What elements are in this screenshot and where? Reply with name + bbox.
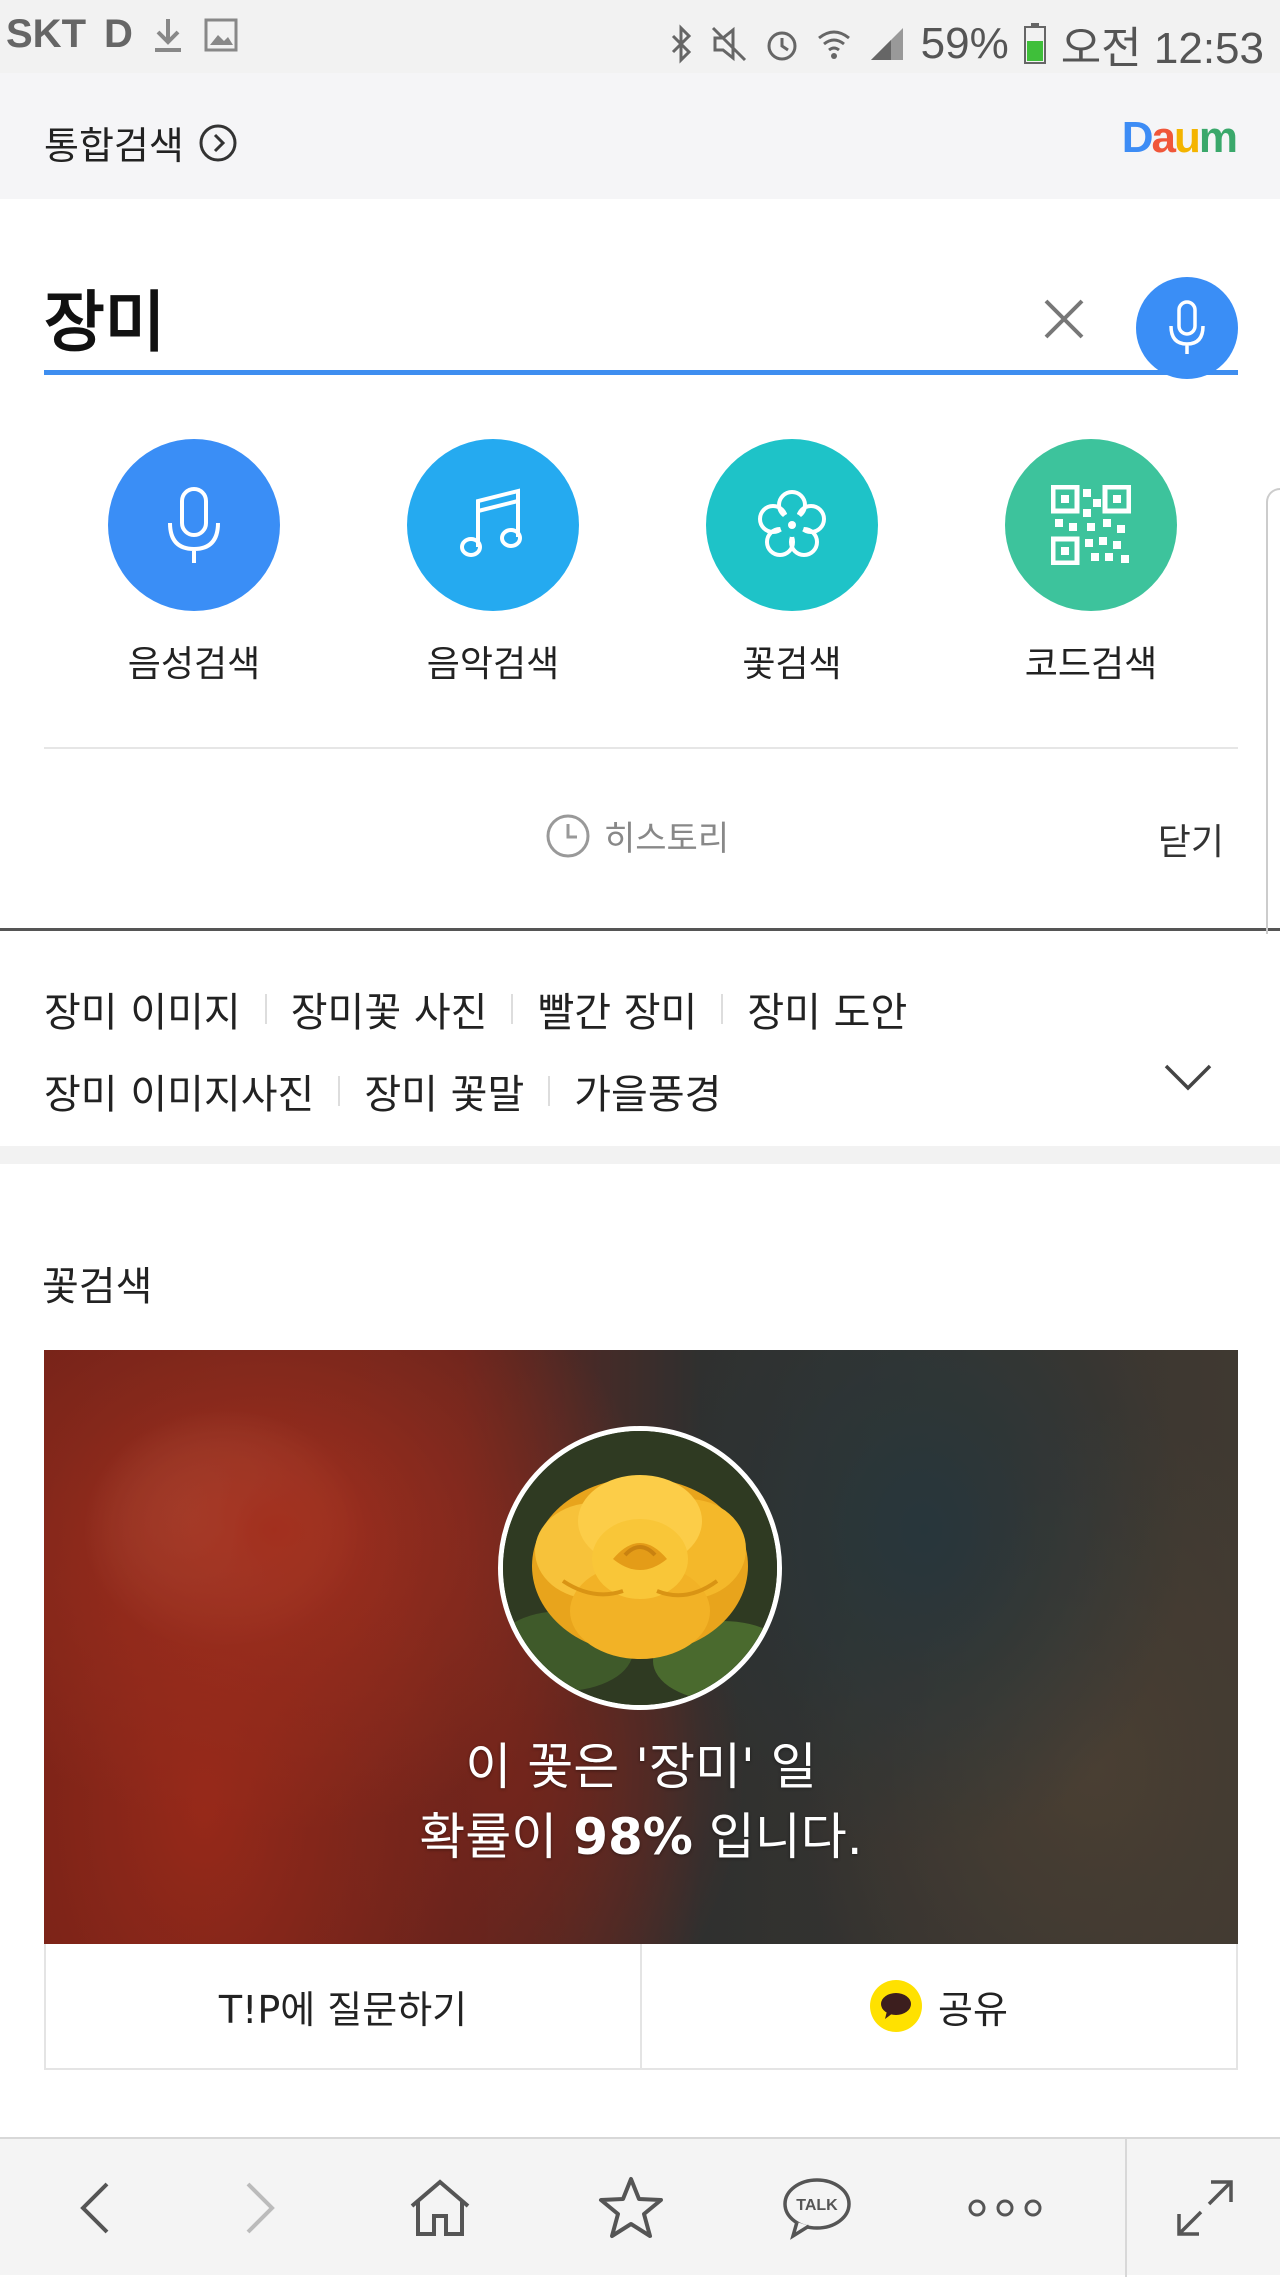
- quick-search-tools: 음성검색 음악검색 꽃검색 코드검색: [0, 439, 1280, 699]
- header: 통합검색 Daum: [0, 73, 1280, 199]
- battery-percent: 59%: [920, 19, 1009, 68]
- star-icon: [599, 2177, 663, 2238]
- browser-toolbar: TALK: [0, 2137, 1280, 2277]
- bluetooth-icon: [671, 24, 691, 64]
- separator: [511, 994, 514, 1024]
- more-button[interactable]: [940, 2139, 1070, 2277]
- talk-text: TALK: [796, 2197, 838, 2214]
- chevron-right-circle-icon: [199, 124, 237, 161]
- search-input[interactable]: 장미: [44, 239, 1238, 379]
- qr-code-icon: [1051, 485, 1131, 565]
- search-panel: 장미 음성검색 음악검색 꽃검색 코드검색 히스토리 닫기: [0, 199, 1280, 934]
- alarm-icon: [767, 31, 797, 61]
- result-line2: 확률이 98% 입니다.: [44, 1802, 1238, 1872]
- forward-button[interactable]: [195, 2139, 325, 2277]
- back-icon: [80, 2182, 109, 2234]
- divider: [44, 747, 1238, 749]
- related-link[interactable]: 장미 이미지사진: [44, 1062, 314, 1120]
- related-link[interactable]: 가을풍경: [574, 1062, 721, 1120]
- yellow-rose-image: [503, 1431, 777, 1705]
- share-label: 공유: [938, 1987, 1008, 2032]
- ask-tip-label: T!P에 질문하기: [218, 1987, 468, 2032]
- tool-label: 음악검색: [426, 644, 560, 685]
- daum-logo[interactable]: Daum: [1122, 113, 1238, 163]
- microphone-icon: [1169, 300, 1205, 354]
- fullscreen-button[interactable]: [1140, 2139, 1270, 2277]
- clock: 오전 12:53: [1060, 24, 1264, 73]
- separator: [338, 1076, 341, 1106]
- more-icon: [968, 2199, 1042, 2217]
- related-link[interactable]: 장미 도안: [747, 980, 907, 1038]
- flower-icon: [758, 490, 826, 557]
- kakaotalk-icon: [870, 1980, 923, 2032]
- history-label: 히스토리: [604, 819, 730, 859]
- related-link[interactable]: 장미 이미지: [44, 980, 241, 1038]
- flower-result-text: 이 꽃은 '장미' 일 확률이 98% 입니다.: [44, 1732, 1238, 1872]
- related-row: 장미 이미지 장미꽃 사진 빨간 장미 장미 도안: [44, 980, 907, 1038]
- home-button[interactable]: [375, 2139, 505, 2277]
- flower-card-actions: T!P에 질문하기 공유: [44, 1944, 1238, 2070]
- section-title: 꽃검색: [42, 1264, 153, 1310]
- tool-code-search[interactable]: 코드검색: [976, 439, 1206, 687]
- tool-voice-search[interactable]: 음성검색: [79, 439, 309, 687]
- history-button[interactable]: 히스토리: [544, 811, 729, 860]
- battery-icon: [1023, 23, 1046, 64]
- related-row: 장미 이미지사진 장미 꽃말 가을풍경: [44, 1062, 721, 1120]
- bookmark-button[interactable]: [566, 2139, 696, 2277]
- music-note-icon: [460, 488, 522, 557]
- d-icon: D: [104, 12, 133, 56]
- wifi-icon: [817, 30, 850, 59]
- home-icon: [410, 2179, 470, 2236]
- carrier-label: SKT: [6, 12, 86, 56]
- tool-flower-search[interactable]: 꽃검색: [677, 439, 907, 687]
- integrated-search-link[interactable]: 통합검색: [44, 115, 238, 170]
- scroll-edge-handle[interactable]: [1266, 488, 1280, 1008]
- related-link[interactable]: 빨간 장미: [537, 980, 697, 1038]
- tool-label: 음성검색: [127, 644, 261, 685]
- separator: [548, 1076, 551, 1106]
- talk-button[interactable]: TALK: [752, 2139, 882, 2277]
- image-icon: [204, 18, 238, 51]
- status-bar: SKT D 59% 오전 12:53: [0, 0, 1280, 73]
- related-link[interactable]: 장미 꽃말: [364, 1062, 524, 1120]
- signal-icon: [870, 28, 903, 60]
- clear-icon[interactable]: [1034, 289, 1094, 349]
- mute-icon: [711, 26, 746, 62]
- panel-border: [0, 928, 1280, 931]
- tool-label: 꽃검색: [742, 644, 842, 685]
- result-prefix: 확률이: [419, 1808, 574, 1866]
- talk-icon: TALK: [783, 2178, 851, 2240]
- related-link[interactable]: 장미꽃 사진: [291, 980, 488, 1038]
- flower-thumbnail[interactable]: [498, 1426, 782, 1710]
- result-line1: 이 꽃은 '장미' 일: [465, 1738, 817, 1796]
- close-button[interactable]: 닫기: [1158, 813, 1224, 865]
- separator: [264, 994, 267, 1024]
- search-query[interactable]: 장미: [44, 269, 165, 365]
- header-title: 통합검색: [44, 124, 184, 168]
- flower-result-card: 이 꽃은 '장미' 일 확률이 98% 입니다.: [44, 1350, 1238, 1944]
- back-button[interactable]: [30, 2139, 160, 2277]
- result-suffix: 입니다.: [692, 1808, 863, 1866]
- tool-music-search[interactable]: 음악검색: [378, 439, 608, 687]
- related-searches: 장미 이미지 장미꽃 사진 빨간 장미 장미 도안 장미 이미지사진 장미 꽃말…: [0, 934, 1280, 1164]
- microphone-icon: [168, 487, 220, 563]
- ask-tip-button[interactable]: T!P에 질문하기: [46, 1944, 640, 2068]
- separator: [721, 994, 724, 1024]
- clock-icon: [546, 814, 590, 857]
- download-icon: [154, 18, 181, 52]
- chevron-down-icon[interactable]: [1162, 1062, 1214, 1092]
- forward-icon: [246, 2182, 275, 2234]
- share-button[interactable]: 공유: [640, 1944, 1236, 2068]
- probability-value: 98%: [573, 1808, 693, 1866]
- voice-search-button[interactable]: [1136, 277, 1238, 379]
- tool-label: 코드검색: [1024, 644, 1158, 685]
- toolbar-divider: [1125, 2139, 1127, 2277]
- expand-icon: [1177, 2180, 1233, 2236]
